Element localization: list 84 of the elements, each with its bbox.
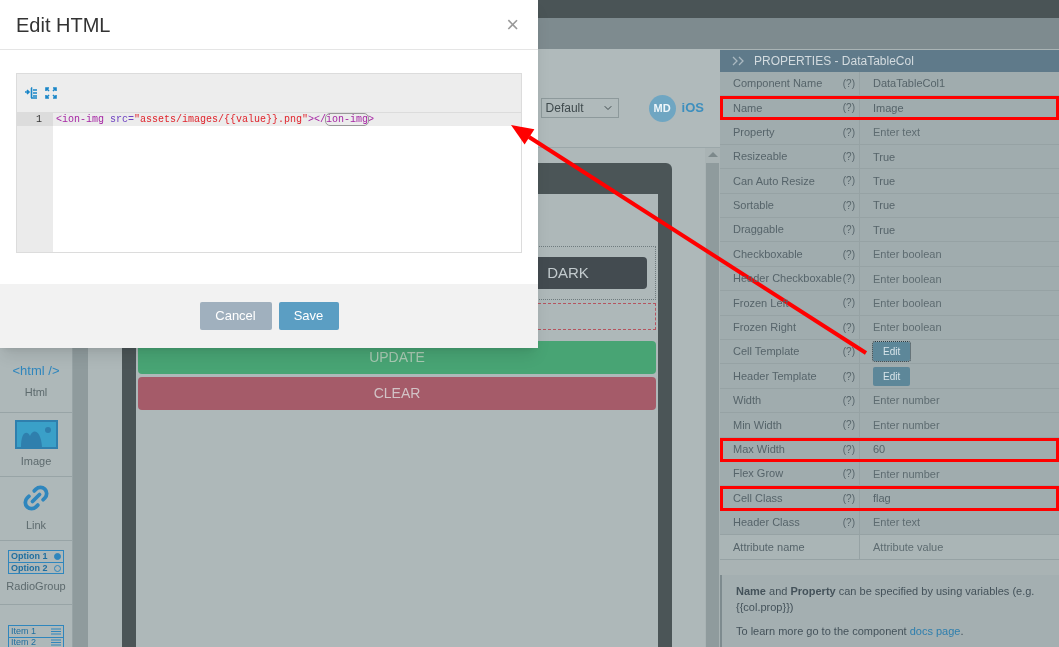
html-icon-text: <html /> — [12, 361, 60, 380]
edit-button[interactable]: Edit — [873, 366, 911, 386]
property-input[interactable]: DataTableCol1 — [859, 71, 1059, 97]
help-icon[interactable]: (?) — [842, 368, 855, 384]
lines-icon — [51, 627, 61, 635]
property-label: Attribute name — [733, 539, 805, 555]
collapse-icon[interactable] — [732, 55, 746, 66]
code-editor[interactable]: 1 <ion-img src="assets/images/{{value}}.png"></ion-img> — [16, 73, 522, 253]
property-label: Max Width — [733, 442, 785, 457]
help-icon[interactable]: (?) — [842, 344, 855, 360]
property-label: Frozen Right — [733, 320, 796, 336]
property-label: Flex Grow — [733, 466, 784, 482]
help-icon[interactable]: (?) — [842, 295, 855, 311]
dialog-title: Edit HTML — [16, 12, 111, 38]
image-icon — [14, 419, 58, 449]
help-icon[interactable]: (?) — [842, 246, 855, 262]
cancel-button[interactable]: Cancel — [199, 302, 272, 330]
property-input[interactable]: Enter boolean — [859, 291, 1059, 316]
option-label: Item 2 — [11, 638, 36, 647]
help-icon[interactable]: (?) — [842, 149, 855, 165]
platform-toggle[interactable]: iOS — [681, 98, 704, 118]
help-icon[interactable]: (?) — [842, 222, 855, 238]
theme-select[interactable]: Default — [540, 98, 619, 118]
note-text: Name and Property can be specified by using variables (e.g. {{col.prop}}) — [736, 583, 1036, 615]
property-input[interactable]: Enter number — [859, 461, 1059, 487]
help-icon[interactable]: (?) — [842, 124, 855, 140]
property-input[interactable]: Enter number — [859, 388, 1059, 414]
property-input[interactable]: True — [859, 169, 1059, 194]
line-number: 1 — [17, 113, 53, 126]
help-icon[interactable]: (?) — [842, 271, 855, 286]
platform-toggle[interactable]: MD — [648, 94, 676, 122]
property-label: Checkboxable — [733, 246, 803, 262]
help-icon[interactable]: (?) — [842, 319, 855, 335]
palette-item[interactable]: Image — [0, 413, 72, 477]
option-label: Option 2 — [11, 563, 48, 573]
help-icon[interactable]: (?) — [842, 466, 855, 482]
property-label: Can Auto Resize — [733, 173, 815, 189]
property-label: Cell Class — [733, 490, 783, 506]
panel-title: PROPERTIES - DataTableCol — [754, 52, 914, 70]
property-label: Property — [733, 124, 775, 140]
help-icon[interactable]: (?) — [842, 75, 855, 91]
property-input[interactable]: Enter boolean — [859, 242, 1059, 267]
property-input[interactable]: True — [859, 218, 1059, 243]
property-input[interactable]: Enter text — [859, 510, 1059, 536]
property-input[interactable]: True — [859, 144, 1059, 170]
help-icon[interactable]: (?) — [842, 173, 855, 189]
edit-button[interactable]: Edit — [873, 342, 911, 362]
palette-item[interactable]: Option 1 Option 2 RadioGroup — [0, 541, 72, 605]
help-icon[interactable]: (?) — [842, 514, 855, 530]
property-input[interactable]: True — [859, 193, 1059, 219]
property-label: Min Width — [733, 417, 782, 433]
property-input[interactable]: Enter boolean — [859, 315, 1059, 340]
property-label: Component Name — [733, 76, 823, 92]
palette-item[interactable]: Item 1 Item 2 — [0, 605, 72, 647]
help-icon[interactable]: (?) — [842, 417, 855, 433]
property-label: Sortable — [733, 198, 774, 214]
option-label: Option 1 — [11, 552, 48, 562]
clear-button[interactable]: CLEAR — [138, 377, 656, 410]
property-label: Cell Template — [733, 344, 800, 360]
close-button[interactable]: × — [506, 13, 519, 36]
property-label: Header Class — [733, 515, 800, 531]
scrollbar-thumb[interactable] — [706, 163, 719, 647]
help-icon[interactable]: (?) — [842, 392, 855, 408]
palette-item[interactable]: Link — [0, 477, 72, 541]
property-label: Draggable — [733, 222, 784, 238]
property-label: Header Template — [733, 368, 817, 384]
note-text: To learn more go to the component docs page. — [736, 623, 965, 639]
property-label: Resizeable — [733, 149, 788, 165]
property-input[interactable]: Enter boolean — [859, 266, 1059, 292]
property-label: Name — [733, 100, 763, 116]
lines-icon — [51, 639, 61, 646]
indent-icon[interactable] — [25, 87, 37, 99]
help-icon[interactable]: (?) — [842, 490, 855, 506]
property-input[interactable]: Enter number — [859, 413, 1059, 438]
property-input[interactable]: Attribute value — [859, 535, 1059, 560]
fullscreen-icon[interactable] — [45, 87, 57, 99]
property-input[interactable]: Enter text — [859, 120, 1059, 145]
option-label: Item 1 — [11, 626, 36, 636]
help-icon[interactable]: (?) — [842, 441, 855, 457]
save-button[interactable]: Save — [278, 302, 339, 330]
property-label: Width — [733, 393, 762, 409]
help-icon[interactable]: (?) — [842, 100, 855, 116]
palette-item[interactable]: <html /> Html — [0, 349, 72, 413]
help-icon[interactable]: (?) — [842, 197, 855, 213]
